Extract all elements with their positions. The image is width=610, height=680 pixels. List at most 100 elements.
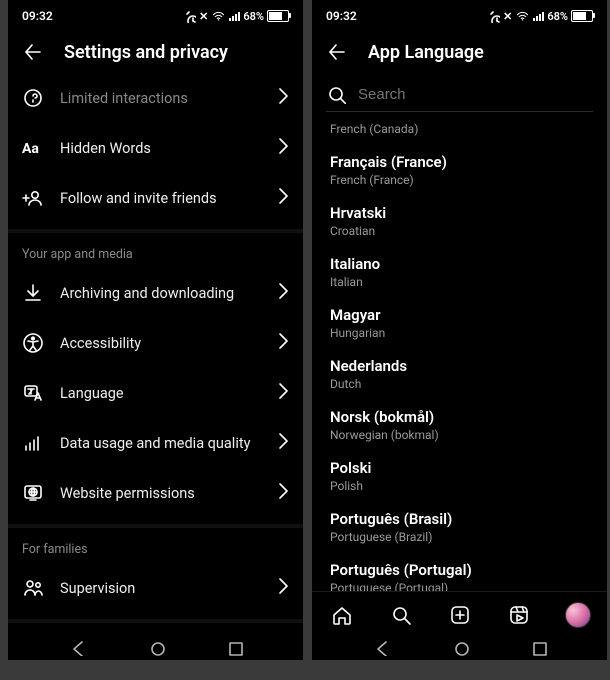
language-native-name: Polski [330,459,589,477]
chevron-right-icon [273,85,289,111]
nav-recents-button[interactable] [529,638,547,660]
language-option[interactable]: Français (France)French (France) [330,145,589,196]
row-label: Accessibility [60,335,257,352]
battery-text: 68% [547,10,568,23]
row-label: Supervision [60,580,257,597]
avatar-icon [565,602,591,628]
back-button[interactable] [22,41,44,63]
row-label: Follow and invite friends [60,190,257,207]
language-option[interactable]: Italiano Italian [330,247,589,298]
row-website-permissions[interactable]: Website permissions [8,468,303,518]
header: Settings and privacy [8,29,303,73]
nav-back-button[interactable] [68,638,86,660]
language-option[interactable]: Polski Polish [330,451,589,502]
row-archiving[interactable]: Archiving and downloading [8,268,303,318]
page-title: App Language [368,42,484,63]
signal-icon [533,12,544,21]
status-bar: 09:32 ✕ 68% [8,0,303,29]
android-nav-bar [312,638,607,660]
globe-icon [22,482,44,504]
language-english-name: French (France) [330,173,589,187]
add-person-icon [22,187,44,209]
row-data-usage[interactable]: Data usage and media quality [8,418,303,468]
language-native-name: Italiano [330,255,589,273]
wifi-icon [515,9,530,23]
chevron-right-icon [273,330,289,356]
nav-profile[interactable] [565,602,591,628]
supervision-icon [22,577,44,599]
row-label: Language [60,385,257,402]
language-option[interactable]: Nederlands Dutch [330,349,589,400]
nav-recents-button[interactable] [225,638,243,660]
language-english-name: Portuguese (Brazil) [330,530,589,544]
chevron-right-icon [273,430,289,456]
row-hidden-words[interactable]: Hidden Words [8,123,303,173]
signal-bars-icon [22,432,44,454]
language-english-name: Polish [330,479,589,493]
alarm-icon [182,9,196,23]
language-native-name: Português (Brasil) [330,510,589,528]
back-button[interactable] [326,41,348,63]
app-language-screen: 09:32 ✕ 68% App Language French (Canada)… [312,0,607,660]
chevron-right-icon [273,380,289,406]
dnd-icon: ✕ [503,10,512,23]
alarm-icon [486,9,500,23]
battery-text: 68% [243,10,264,23]
signal-icon [229,12,240,21]
row-label: Data usage and media quality [60,435,257,452]
page-title: Settings and privacy [64,42,228,63]
chevron-right-icon [273,135,289,161]
nav-home[interactable] [329,602,355,628]
language-english-name: French (Canada) [330,122,589,136]
nav-home-button[interactable] [451,638,469,660]
nav-back-button[interactable] [372,638,390,660]
row-label: Website permissions [60,485,257,502]
aa-icon [22,137,44,159]
chevron-right-icon [273,480,289,506]
search-input[interactable] [356,85,593,104]
battery-icon [571,10,593,22]
language-english-name: Croatian [330,224,589,238]
search-icon [326,84,346,104]
nav-create[interactable] [447,602,473,628]
bottom-nav [312,591,607,638]
row-language[interactable]: Language [8,368,303,418]
language-option[interactable]: French (Canada) [330,112,589,145]
chevron-right-icon [273,575,289,601]
language-native-name: Hrvatski [330,204,589,222]
language-native-name: Norsk (bokmål) [330,408,589,426]
language-option[interactable]: MagyarHungarian [330,298,589,349]
language-native-name: Português (Portugal) [330,561,589,579]
row-accessibility[interactable]: Accessibility [8,318,303,368]
status-bar: 09:32 ✕ 68% [312,0,607,29]
row-label: Limited interactions [60,90,257,107]
wifi-icon [211,9,226,23]
accessibility-icon [22,332,44,354]
search-field[interactable] [326,77,593,112]
language-english-name: Italian [330,275,589,289]
language-native-name: Nederlands [330,357,589,375]
nav-home-button[interactable] [147,638,165,660]
nav-reels[interactable] [506,602,532,628]
row-follow-invite[interactable]: Follow and invite friends [8,173,303,223]
status-time: 09:32 [326,9,357,23]
dnd-icon: ✕ [199,10,208,23]
section-families: For families [8,524,303,563]
chevron-right-icon [273,280,289,306]
language-icon [22,382,44,404]
row-supervision[interactable]: Supervision [8,563,303,613]
section-orders: Your orders, fundraisers and cart [8,619,303,633]
language-option[interactable]: Português (Portugal)Portuguese (Portugal… [330,553,589,592]
language-option[interactable]: Norsk (bokmål)Norwegian (bokmal) [330,400,589,451]
battery-icon [267,10,289,22]
row-label: Archiving and downloading [60,285,257,302]
language-english-name: Hungarian [330,326,589,340]
language-option[interactable]: Hrvatski Croatian [330,196,589,247]
row-label: Hidden Words [60,140,257,157]
limited-icon [22,87,44,109]
row-limited-interactions[interactable]: Limited interactions [8,73,303,123]
language-option[interactable]: Português (Brasil) Portuguese (Brazil) [330,502,589,553]
language-english-name: Dutch [330,377,589,391]
android-nav-bar [8,638,303,660]
nav-search[interactable] [388,602,414,628]
